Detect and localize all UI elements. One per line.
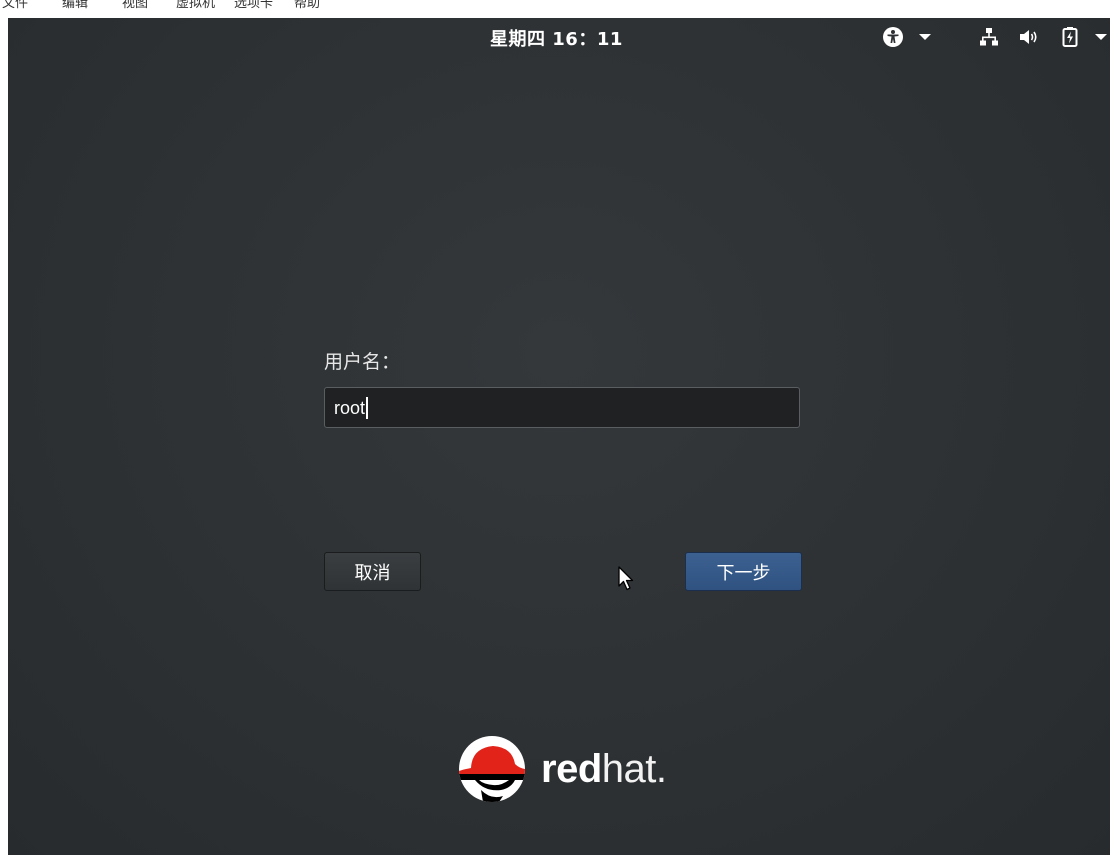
next-button[interactable]: 下一步 xyxy=(685,552,802,591)
host-menu-item[interactable]: 编辑 xyxy=(62,0,88,11)
username-value: root xyxy=(334,397,369,419)
chevron-down-icon[interactable] xyxy=(1094,26,1108,48)
host-menu-item[interactable]: 视图 xyxy=(122,0,148,11)
host-menu-item[interactable]: 选项卡 xyxy=(234,0,273,11)
text-caret xyxy=(366,397,369,419)
host-menu-bar: 文件 编辑 视图 虚拟机 选项卡 帮助 xyxy=(0,0,1110,18)
top-bar: 星期四 16：11 xyxy=(8,18,1110,56)
username-label: 用户名： xyxy=(324,351,401,373)
host-menu-item[interactable]: 文件 xyxy=(2,0,28,11)
vm-screen: 星期四 16：11 用户名： root 取消 下一步 redhat. xyxy=(8,18,1110,855)
host-menu-item[interactable]: 虚拟机 xyxy=(176,0,215,11)
redhat-wordmark: redhat. xyxy=(541,746,667,791)
redhat-logo: redhat. xyxy=(457,734,667,804)
host-menu-item[interactable]: 帮助 xyxy=(294,0,320,11)
cancel-button[interactable]: 取消 xyxy=(324,552,421,591)
volume-icon[interactable] xyxy=(1018,26,1040,48)
accessibility-icon[interactable] xyxy=(882,26,904,48)
network-icon[interactable] xyxy=(978,26,1000,48)
shadowman-icon xyxy=(459,736,525,802)
mouse-cursor-icon xyxy=(618,566,636,596)
clock[interactable]: 星期四 16：11 xyxy=(490,25,623,51)
battery-icon[interactable] xyxy=(1061,26,1079,48)
username-field[interactable]: root xyxy=(324,387,800,428)
chevron-down-icon[interactable] xyxy=(918,26,932,48)
